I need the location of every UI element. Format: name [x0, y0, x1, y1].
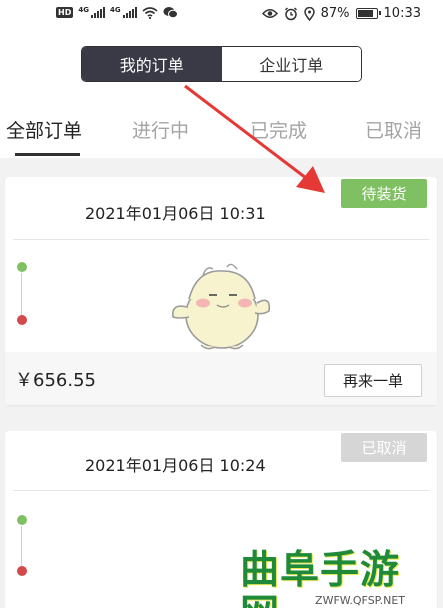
eye-icon	[261, 9, 278, 18]
location-icon	[303, 6, 315, 21]
tab-completed[interactable]: 已完成	[250, 116, 307, 143]
empty-placeholder-mascot-icon	[171, 263, 271, 350]
order-price: ￥656.55	[15, 370, 96, 391]
origin-dot-icon	[17, 515, 27, 525]
order-datetime: 2021年01月06日 10:24	[85, 456, 266, 475]
battery-percent: 87%	[320, 6, 350, 21]
order-type-switch: 我的订单 企业订单	[81, 46, 362, 82]
tab-cancelled[interactable]: 已取消	[365, 116, 422, 143]
order-footer: ￥656.55 再来一单	[5, 352, 437, 405]
enterprise-orders-segment[interactable]: 企业订单	[221, 47, 361, 81]
status-badge: 待装货	[341, 179, 427, 208]
signal-icon	[90, 7, 105, 18]
header: 我的订单 企业订单 全部订单 进行中 已完成 已取消	[0, 30, 443, 158]
order-card[interactable]: 待装货 2021年01月06日 10:31 ￥656.55 再来一单	[5, 177, 437, 405]
status-right-icons: 87% 10:33	[261, 6, 421, 21]
hd-icon: HD	[56, 7, 74, 18]
divider	[13, 239, 429, 240]
route-line	[21, 273, 22, 315]
alarm-icon	[284, 6, 297, 20]
my-orders-segment[interactable]: 我的订单	[82, 47, 222, 81]
tab-in-progress[interactable]: 进行中	[132, 116, 189, 143]
status-badge: 已取消	[341, 433, 427, 462]
destination-dot-icon	[17, 566, 27, 576]
route-line	[21, 526, 22, 566]
reorder-button[interactable]: 再来一单	[324, 364, 422, 397]
status-bar: HD 4G 4G 87% 10:33	[0, 0, 443, 30]
divider	[13, 490, 429, 491]
battery-icon	[355, 8, 381, 19]
clock-time: 10:33	[383, 6, 421, 21]
active-tab-indicator	[15, 153, 80, 156]
order-datetime: 2021年01月06日 10:31	[85, 204, 266, 223]
destination-dot-icon	[17, 315, 27, 325]
status-left-icons: HD 4G 4G	[56, 6, 178, 19]
network-label: 4G	[109, 6, 121, 14]
order-tabs: 全部订单 进行中 已完成 已取消	[0, 106, 443, 158]
watermark-logo: 曲阜手游网 ZWFW.QFSP.NET	[240, 548, 443, 608]
network-label: 4G	[78, 6, 89, 14]
wechat-icon	[163, 7, 178, 19]
tab-all-orders[interactable]: 全部订单	[6, 116, 82, 143]
wifi-icon	[142, 6, 158, 19]
battery-level	[357, 10, 374, 17]
watermark-url: ZWFW.QFSP.NET	[315, 594, 405, 607]
signal-icon	[122, 7, 137, 18]
origin-dot-icon	[17, 262, 27, 272]
